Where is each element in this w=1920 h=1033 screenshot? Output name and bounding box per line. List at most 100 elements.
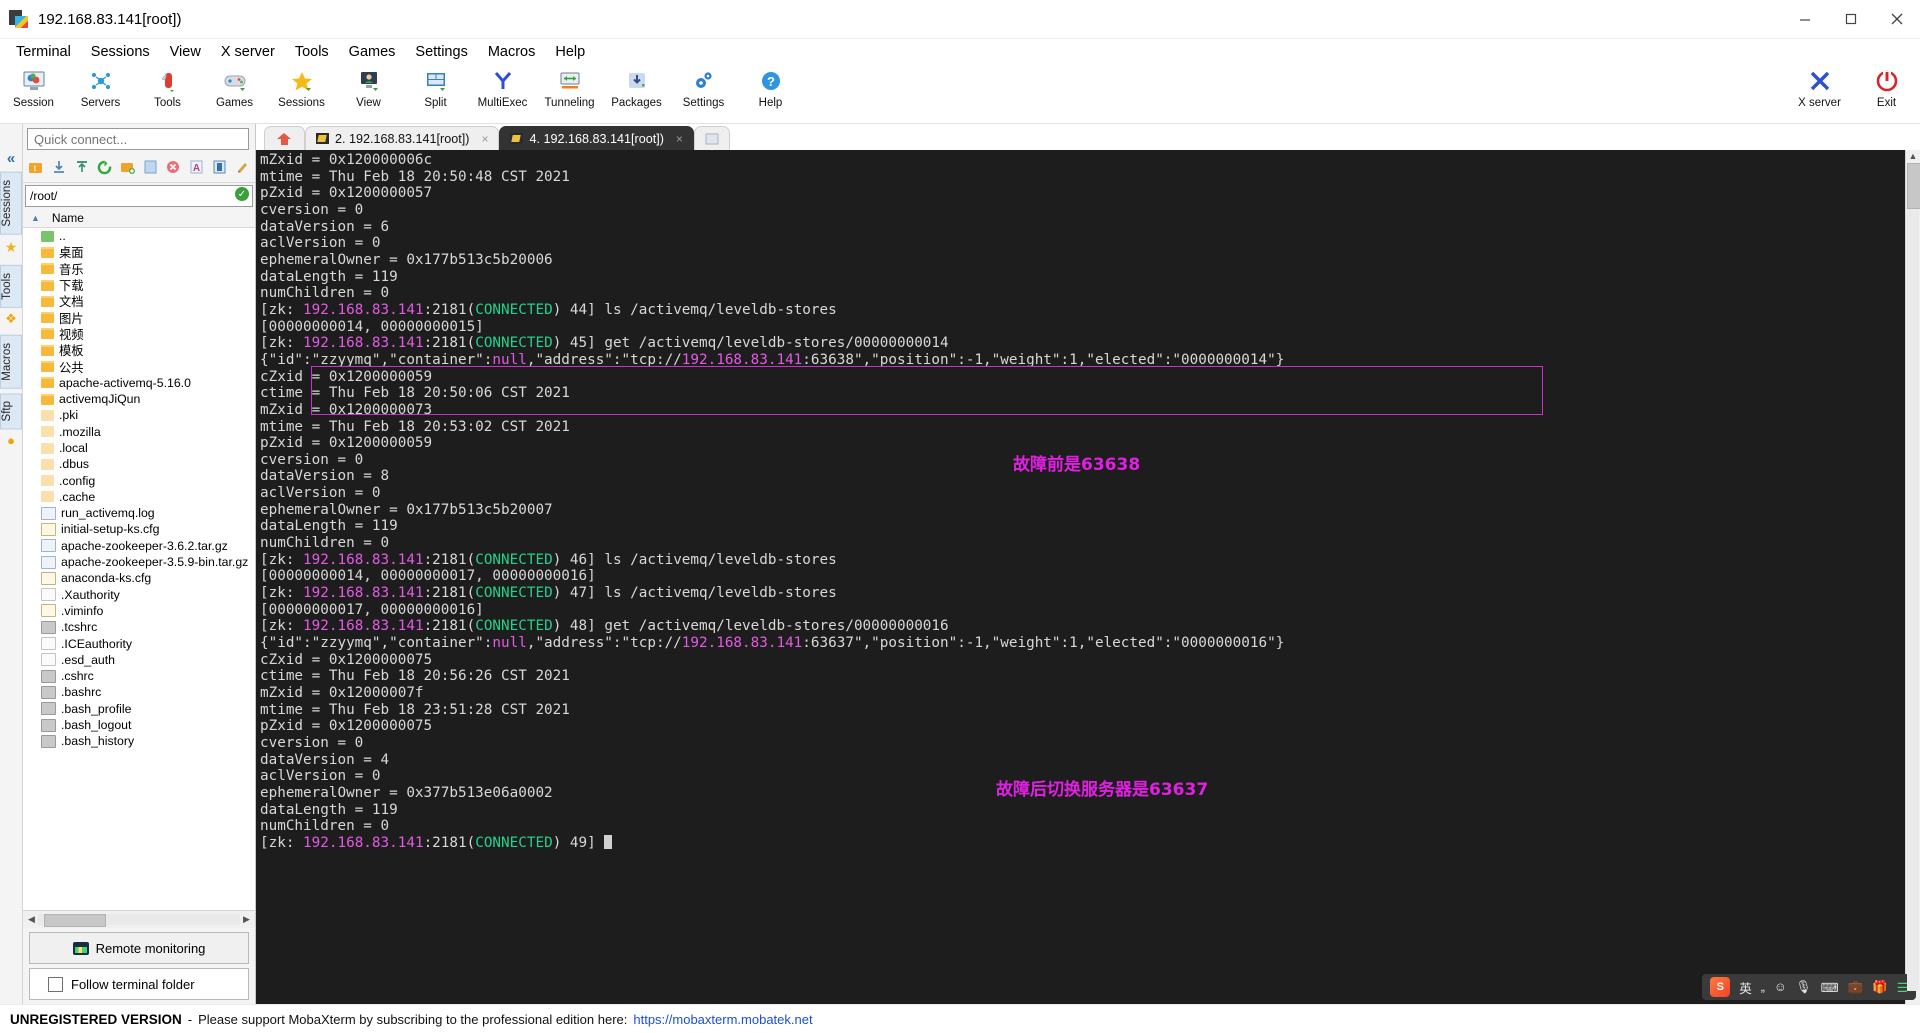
menu-item-games[interactable]: Games: [339, 41, 406, 63]
file-list-item[interactable]: 视频: [23, 326, 255, 342]
file-list-item[interactable]: .Xauthority: [23, 587, 255, 603]
ime-toolbar[interactable]: S 英 „ ☺ 🎙 ⌨ 💼 🎁 ☰: [1702, 974, 1916, 1000]
rail-tab-tools[interactable]: Tools: [0, 264, 22, 308]
text-mode-icon[interactable]: A: [187, 158, 205, 176]
file-list-item[interactable]: apache-activemq-5.16.0: [23, 375, 255, 391]
menu-item-terminal[interactable]: Terminal: [6, 41, 81, 63]
file-list-item[interactable]: apache-zookeeper-3.5.9-bin.tar.gz: [23, 554, 255, 570]
close-button[interactable]: [1874, 0, 1920, 38]
gift-icon[interactable]: 🎁: [1872, 980, 1888, 995]
hscroll-thumb[interactable]: [44, 914, 106, 927]
toolbar-button-xserver[interactable]: X server: [1786, 65, 1853, 109]
delete-icon[interactable]: [164, 158, 182, 176]
terminal-output[interactable]: mZxid = 0x120000006c mtime = Thu Feb 18 2…: [256, 150, 1905, 1004]
sogou-logo-icon[interactable]: S: [1710, 977, 1731, 997]
menu-item-tools[interactable]: Tools: [285, 41, 339, 63]
file-list-item[interactable]: 桌面: [23, 244, 255, 260]
file-list-item[interactable]: 模板: [23, 342, 255, 358]
upload-icon[interactable]: [73, 158, 91, 176]
scroll-up-arrow-icon[interactable]: ▲: [1909, 150, 1918, 163]
follow-terminal-folder-row[interactable]: Follow terminal folder: [29, 968, 249, 1000]
file-list-item[interactable]: apache-zookeeper-3.6.2.tar.gz: [23, 538, 255, 554]
file-list-item[interactable]: 文档: [23, 293, 255, 309]
refresh-icon[interactable]: [96, 158, 114, 176]
toolbar-button-tools[interactable]: Tools: [134, 65, 201, 109]
rail-tab-macros[interactable]: Macros: [0, 334, 22, 389]
file-list-item[interactable]: .bash_profile: [23, 701, 255, 717]
rail-tab-sftp[interactable]: Sftp: [0, 393, 22, 430]
scroll-right-arrow-icon[interactable]: ▶: [240, 914, 253, 925]
path-bar[interactable]: /root/ ✓: [25, 185, 253, 207]
file-list-item[interactable]: .bash_history: [23, 733, 255, 749]
toolbar-button-view[interactable]: View: [335, 65, 402, 109]
tools-mini-icon[interactable]: ❖: [5, 311, 17, 327]
tab-session-2[interactable]: 2. 192.168.83.141[root]) ×: [305, 126, 500, 150]
up-folder-icon[interactable]: t: [27, 158, 45, 176]
toolbar-button-packages[interactable]: Packages: [603, 65, 670, 109]
file-list-item[interactable]: .pki: [23, 407, 255, 423]
file-list-item[interactable]: anaconda-ks.cfg: [23, 570, 255, 586]
file-list[interactable]: .. 桌面 音乐 下载 文档 图片 视频 模板 公共 apache-activemq-5.16.0…: [23, 228, 255, 910]
file-list-item[interactable]: .ICEauthority: [23, 635, 255, 651]
menu-item-xserver[interactable]: X server: [211, 41, 285, 63]
file-list-hscrollbar[interactable]: ◀ ▶: [23, 910, 255, 928]
tab-session-4[interactable]: 4. 192.168.83.141[root]) ×: [499, 126, 694, 150]
tab-home[interactable]: [264, 126, 305, 150]
edit-icon[interactable]: [233, 158, 251, 176]
ime-mode-label[interactable]: 英: [1739, 978, 1752, 997]
toolbar-button-settings[interactable]: Settings: [670, 65, 737, 109]
sftp-mini-icon[interactable]: ●: [7, 433, 15, 448]
file-list-item[interactable]: .local: [23, 440, 255, 456]
toolbar-button-multiexec[interactable]: MultiExec: [469, 65, 536, 109]
file-list-item[interactable]: .dbus: [23, 456, 255, 472]
menu-item-help[interactable]: Help: [545, 41, 595, 63]
terminal-vscrollbar[interactable]: ▲ ▼: [1905, 150, 1920, 1004]
file-list-item[interactable]: .tcshrc: [23, 619, 255, 635]
file-list-item[interactable]: .cache: [23, 489, 255, 505]
keyboard-icon[interactable]: ⌨: [1821, 980, 1839, 995]
file-list-item[interactable]: .viminfo: [23, 603, 255, 619]
tab-close-icon[interactable]: ×: [676, 132, 683, 146]
toolbar-button-sessions[interactable]: Sessions: [268, 65, 335, 109]
new-file-icon[interactable]: [142, 158, 160, 176]
toolbar-button-help[interactable]: ? Help: [737, 65, 804, 109]
mic-icon[interactable]: 🎙: [1796, 980, 1812, 995]
quick-connect-input[interactable]: [27, 128, 249, 150]
toolbar-button-tunneling[interactable]: Tunneling: [536, 65, 603, 109]
file-list-item[interactable]: 音乐: [23, 261, 255, 277]
file-list-item[interactable]: 图片: [23, 309, 255, 326]
toolbar-button-exit[interactable]: Exit: [1853, 65, 1920, 109]
favorites-star-icon[interactable]: ★: [5, 239, 18, 256]
download-icon[interactable]: [50, 158, 68, 176]
file-list-item[interactable]: run_activemq.log: [23, 505, 255, 521]
mobaxterm-link[interactable]: https://mobaxterm.mobatek.net: [633, 1012, 812, 1027]
menu-item-sessions[interactable]: Sessions: [81, 41, 160, 63]
maximize-button[interactable]: [1828, 0, 1874, 38]
file-list-item[interactable]: 下载: [23, 277, 255, 293]
vscroll-thumb[interactable]: [1907, 163, 1920, 209]
emoji-icon[interactable]: ☺: [1774, 980, 1787, 994]
quote-icon[interactable]: „: [1761, 980, 1765, 994]
file-list-item[interactable]: .cshrc: [23, 668, 255, 684]
toolbar-button-split[interactable]: Split: [402, 65, 469, 109]
file-list-item[interactable]: .esd_auth: [23, 652, 255, 668]
menu-item-view[interactable]: View: [160, 41, 211, 63]
rail-tab-sessions[interactable]: Sessions: [0, 172, 22, 235]
follow-terminal-checkbox[interactable]: [48, 976, 63, 992]
file-list-item[interactable]: .bash_logout: [23, 717, 255, 733]
sort-arrow-icon[interactable]: ▲: [31, 213, 40, 223]
minimize-button[interactable]: [1782, 0, 1828, 38]
file-list-item[interactable]: 公共: [23, 358, 255, 375]
file-list-item[interactable]: .config: [23, 472, 255, 488]
collapse-sidebar-button[interactable]: «: [7, 150, 15, 167]
file-list-item[interactable]: .mozilla: [23, 424, 255, 440]
menu-item-settings[interactable]: Settings: [405, 41, 477, 63]
file-list-item[interactable]: ..: [23, 228, 255, 244]
new-folder-icon[interactable]: [119, 158, 137, 176]
file-list-item[interactable]: initial-setup-ks.cfg: [23, 521, 255, 537]
hscroll-trough[interactable]: [38, 914, 240, 927]
file-list-item[interactable]: activemqJiQun: [23, 391, 255, 407]
tab-new-session[interactable]: [693, 126, 730, 150]
vscroll-trough[interactable]: [1907, 163, 1920, 991]
menu-item-macros[interactable]: Macros: [478, 41, 546, 63]
